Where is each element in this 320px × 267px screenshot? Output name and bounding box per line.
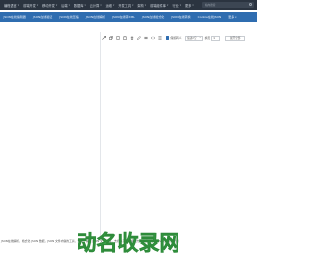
chevron-down-icon: ▾ (36, 3, 39, 7)
expand-icon[interactable] (102, 36, 106, 40)
chevron-down-icon: ▾ (192, 3, 194, 7)
top-nav-label: 开发工具 (118, 3, 132, 8)
document-icon[interactable] (116, 36, 120, 40)
more-label: 更多 (228, 15, 235, 19)
list-icon[interactable] (158, 36, 162, 40)
top-nav-item[interactable]: 行业 ▾ (172, 3, 181, 8)
top-nav-item[interactable]: 前端开发 ▾ (23, 3, 38, 8)
top-nav-label: 前端组件库 (150, 3, 166, 8)
checkbox-label: 保留转义 (170, 36, 182, 40)
top-nav-label: 前端开发 (23, 3, 36, 8)
chevron-down-icon: ▾ (55, 3, 58, 7)
chevron-down-icon: ▾ (17, 3, 20, 7)
top-nav-item[interactable]: 数据库 ▾ (74, 3, 86, 8)
tool-tab[interactable]: Cookie在线JSON (194, 15, 225, 19)
top-nav-item[interactable]: 前端组件库 ▾ (150, 3, 168, 8)
count-input[interactable]: 1 (211, 35, 221, 41)
tool-tab[interactable]: JSON在线转XML (109, 15, 139, 19)
tool-tab[interactable]: JSON在线转换 (168, 15, 194, 19)
edit-icon[interactable] (137, 36, 141, 40)
expand-all-label: 展开全部 (230, 37, 241, 40)
chevron-down-icon: ▾ (68, 3, 70, 7)
site-watermark-logo: 动名收录网 (75, 224, 181, 260)
top-navigation: 编程语言 ▾ 前端开发 ▾ 移动开发 ▾ 后端 ▾ 数据库 ▾ 云计算 ▾ 运维 ▾ 开发工具… (0, 0, 257, 10)
compress-icon[interactable] (144, 36, 148, 40)
tool-tab[interactable]: JSON在线验证 (29, 15, 55, 19)
editor-divider[interactable] (100, 32, 101, 239)
tool-tab[interactable]: JSON在线压缩 (56, 15, 82, 19)
top-nav-item[interactable]: 更多 ▾ (185, 3, 194, 8)
more-tabs-button[interactable]: 更多 ▾ (225, 15, 240, 19)
chevron-down-icon: ▾ (199, 37, 201, 39)
watermark-text: 动名收录网 (78, 231, 178, 255)
chevron-down-icon: ▾ (179, 3, 181, 7)
paste-icon[interactable] (123, 36, 127, 40)
chevron-down-icon: ▾ (167, 3, 169, 7)
top-nav-label: 后端 (61, 3, 68, 8)
search-placeholder: 站内搜索 (205, 4, 216, 7)
tool-tab[interactable]: JSON在线格式化 (138, 15, 167, 19)
chevron-down-icon: ▾ (84, 3, 86, 7)
count-label: 换页 (204, 36, 211, 40)
top-nav-item[interactable]: 开发工具 ▾ (118, 3, 133, 8)
top-nav-label: 运维 (105, 3, 112, 8)
top-nav-label: 云计算 (89, 3, 100, 8)
tool-tab[interactable]: JSON在线解析 (82, 15, 108, 19)
indent-select-value: 缩进2空 (187, 37, 197, 40)
copy-icon[interactable] (109, 36, 113, 40)
tool-tabs: JSON在线编辑器 JSON在线验证 JSON在线压缩 JSON在线解析 JSO… (0, 12, 257, 22)
site-search-input[interactable]: 站内搜索 (202, 2, 254, 8)
checkbox-checked[interactable] (166, 36, 170, 40)
chevron-down-icon: ▾ (144, 3, 147, 7)
top-nav-label: 移动开发 (42, 3, 55, 8)
code-icon[interactable] (151, 36, 155, 40)
top-nav-label: 更多 (185, 3, 192, 8)
top-nav-item[interactable]: 移动开发 ▾ (42, 3, 57, 8)
keep-escape-checkbox[interactable]: 保留转义 (166, 36, 182, 40)
delete-icon[interactable] (130, 36, 134, 40)
chevron-down-icon: ▾ (235, 15, 237, 19)
top-nav-item[interactable]: 编程语言 ▾ (4, 3, 19, 8)
result-toolbar: 保留转义 缩进2空 ▾ 换页 1 展开全部 (99, 33, 257, 43)
top-nav-label: 架构 (137, 3, 144, 8)
top-nav-label: 编程语言 (4, 3, 17, 8)
chevron-down-icon: ▾ (132, 3, 134, 7)
indent-select[interactable]: 缩进2空 ▾ (184, 35, 203, 41)
chevron-down-icon: ▾ (100, 3, 102, 7)
top-nav-item[interactable]: 后端 ▾ (61, 3, 70, 8)
chevron-down-icon: ▾ (113, 3, 115, 7)
search-icon[interactable] (249, 3, 252, 6)
json-input-editor[interactable] (0, 32, 100, 239)
tool-tab[interactable]: JSON在线编辑器 (0, 15, 29, 19)
top-nav-item[interactable]: 云计算 ▾ (90, 3, 102, 8)
top-nav-label: 行业 (172, 3, 179, 8)
expand-all-button[interactable]: 展开全部 (225, 35, 246, 41)
top-nav-item[interactable]: 架构 ▾ (137, 3, 146, 8)
top-nav-item[interactable]: 运维 ▾ (106, 3, 115, 8)
top-nav-label: 数据库 (73, 3, 84, 8)
